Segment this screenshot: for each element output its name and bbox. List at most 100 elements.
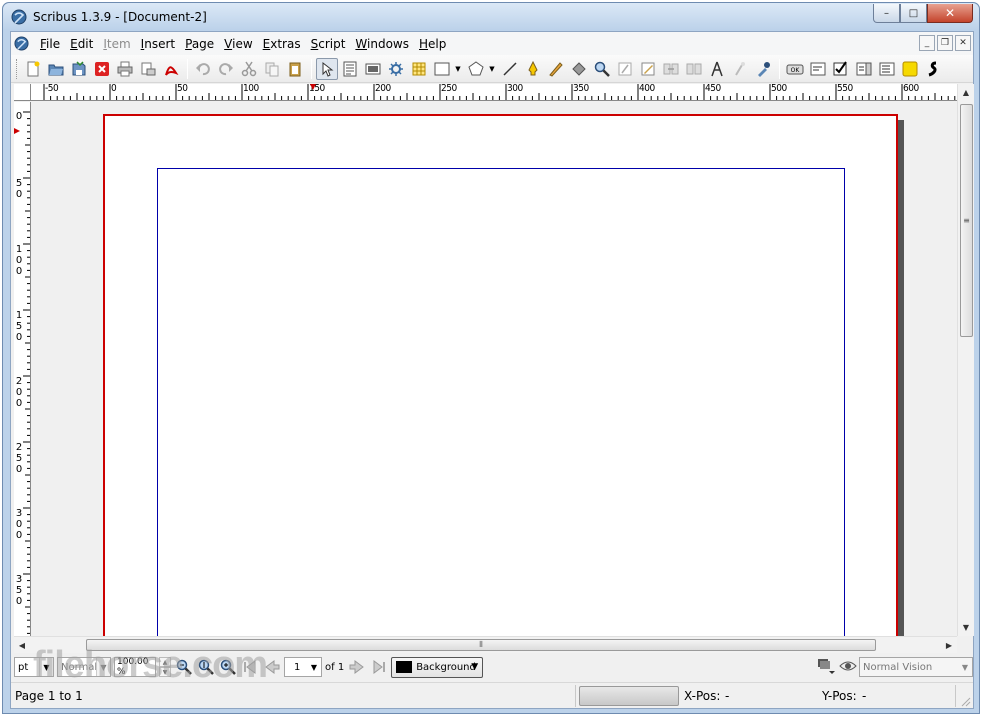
view-mode-select[interactable]: Normal ▼ — [57, 657, 111, 677]
menu-insert[interactable]: Insert — [136, 37, 180, 51]
spin-down-icon[interactable]: ▼ — [159, 667, 171, 677]
edit-text-button[interactable] — [637, 58, 659, 80]
pdf-listbox-tool[interactable] — [876, 58, 898, 80]
close-button[interactable]: ✕ — [927, 4, 973, 23]
menu-script[interactable]: Script — [306, 37, 351, 51]
resize-grip-icon[interactable] — [959, 695, 971, 707]
open-button[interactable] — [45, 58, 67, 80]
horizontal-scroll-thumb[interactable]: ⦀ — [86, 639, 876, 651]
menu-bar: File Edit Item Insert Page View Extras S… — [11, 32, 973, 55]
spin-up-icon[interactable]: ▲ — [159, 657, 171, 667]
new-document-button[interactable] — [22, 58, 44, 80]
text-frame-button[interactable] — [339, 58, 361, 80]
next-page-button[interactable] — [347, 657, 367, 677]
status-text: Page 1 to 1 — [15, 689, 83, 703]
eyedropper-button[interactable] — [752, 58, 774, 80]
menu-windows[interactable]: Windows — [350, 37, 414, 51]
polygon-dropdown-icon[interactable]: ▼ — [488, 65, 496, 73]
pdf-checkbox-tool[interactable] — [830, 58, 852, 80]
zoom-input[interactable]: 100.00 % — [114, 657, 156, 677]
menu-item[interactable]: Item — [98, 37, 135, 51]
vertical-scrollbar[interactable]: ▲ ≡ ▼ — [957, 84, 974, 636]
vision-eye-button[interactable] — [839, 658, 857, 677]
chevron-down-icon: ▼ — [471, 661, 479, 672]
pdf-annotation-icon — [902, 61, 918, 76]
last-page-button[interactable] — [369, 657, 389, 677]
page-select[interactable]: 1 ▼ — [284, 657, 322, 677]
toolbar-grip[interactable] — [16, 58, 19, 79]
first-page-button[interactable] — [240, 657, 260, 677]
pdf-combobox-tool[interactable] — [853, 58, 875, 80]
scroll-right-button[interactable]: ▶ — [941, 637, 957, 653]
scroll-up-button[interactable]: ▲ — [958, 84, 974, 101]
polygon-button[interactable] — [465, 58, 487, 80]
document-system-icon[interactable] — [14, 36, 29, 51]
document-minimize-button[interactable]: _ — [919, 35, 935, 51]
menu-file[interactable]: File — [35, 37, 65, 51]
copy-button[interactable] — [261, 58, 283, 80]
pdf-button-tool[interactable]: OK — [784, 58, 806, 80]
copy-properties-button[interactable] — [729, 58, 751, 80]
menu-view[interactable]: View — [219, 37, 257, 51]
image-frame-button[interactable] — [362, 58, 384, 80]
pdf-annotation-tool[interactable] — [899, 58, 921, 80]
document-canvas[interactable] — [32, 102, 957, 636]
render-frame-button[interactable] — [385, 58, 407, 80]
zoom-100-button[interactable] — [196, 657, 216, 677]
vertical-ruler[interactable]: 0 50 100 150 200 250 300 350 — [14, 102, 31, 636]
measure-button[interactable] — [706, 58, 728, 80]
shape-dropdown-icon[interactable]: ▼ — [454, 65, 462, 73]
unit-select[interactable]: pt ▼ — [14, 657, 54, 677]
menu-help[interactable]: Help — [414, 37, 451, 51]
unlink-frames-button[interactable] — [683, 58, 705, 80]
select-tool-button[interactable] — [316, 57, 338, 80]
line-button[interactable] — [499, 58, 521, 80]
minimize-button[interactable]: – — [873, 4, 900, 23]
document-close-button[interactable]: ✕ — [955, 35, 971, 51]
preview-mode-button[interactable] — [817, 657, 835, 678]
pdf-text-field-tool[interactable] — [807, 58, 829, 80]
vertical-scroll-thumb[interactable]: ≡ — [960, 104, 973, 337]
horizontal-ruler[interactable]: -50 0 50 100 150 200 250 300 350 400 450… — [31, 84, 957, 101]
menu-page[interactable]: Page — [180, 37, 219, 51]
ruler-label: 250 — [15, 442, 23, 475]
close-document-button[interactable] — [91, 58, 113, 80]
undo-button[interactable] — [192, 58, 214, 80]
rotate-button[interactable] — [568, 58, 590, 80]
cut-button[interactable] — [238, 58, 260, 80]
freehand-button[interactable] — [545, 58, 567, 80]
main-toolbar: ▼ ▼ OK — [11, 55, 973, 83]
ruler-corner[interactable] — [14, 84, 31, 101]
client-area: File Edit Item Insert Page View Extras S… — [10, 31, 974, 709]
maximize-button[interactable]: □ — [900, 4, 927, 23]
document-restore-button[interactable]: ❐ — [937, 35, 953, 51]
previous-page-button[interactable] — [262, 657, 282, 677]
scroll-left-button[interactable]: ◀ — [14, 637, 30, 653]
title-bar[interactable]: Scribus 1.3.9 - [Document-2] – □ ✕ — [3, 3, 979, 30]
vision-select[interactable]: Normal Vision ▼ — [859, 657, 973, 677]
menu-extras[interactable]: Extras — [258, 37, 306, 51]
document-page[interactable] — [103, 114, 898, 636]
redo-button[interactable] — [215, 58, 237, 80]
page-shadow — [898, 120, 904, 636]
pdf-link-tool[interactable] — [922, 58, 944, 80]
table-button[interactable] — [408, 58, 430, 80]
menu-edit[interactable]: Edit — [65, 37, 98, 51]
shape-button[interactable] — [431, 58, 453, 80]
edit-contents-button[interactable] — [614, 58, 636, 80]
bezier-button[interactable] — [522, 58, 544, 80]
paste-button[interactable] — [284, 58, 306, 80]
scroll-down-button[interactable]: ▼ — [958, 619, 974, 636]
save-button[interactable] — [68, 58, 90, 80]
ruler-label: 400 — [639, 84, 655, 94]
layer-select[interactable]: Background ▼ — [391, 656, 484, 678]
zoom-out-button[interactable] — [174, 657, 194, 677]
export-pdf-button[interactable] — [160, 58, 182, 80]
link-frames-button[interactable] — [660, 58, 682, 80]
zoom-spinner[interactable]: ▲ ▼ — [159, 657, 171, 677]
horizontal-scrollbar[interactable]: ◀ ⦀ ▶ — [14, 636, 957, 653]
preflight-button[interactable] — [137, 58, 159, 80]
zoom-in-button[interactable] — [218, 657, 238, 677]
zoom-button[interactable] — [591, 58, 613, 80]
print-button[interactable] — [114, 58, 136, 80]
